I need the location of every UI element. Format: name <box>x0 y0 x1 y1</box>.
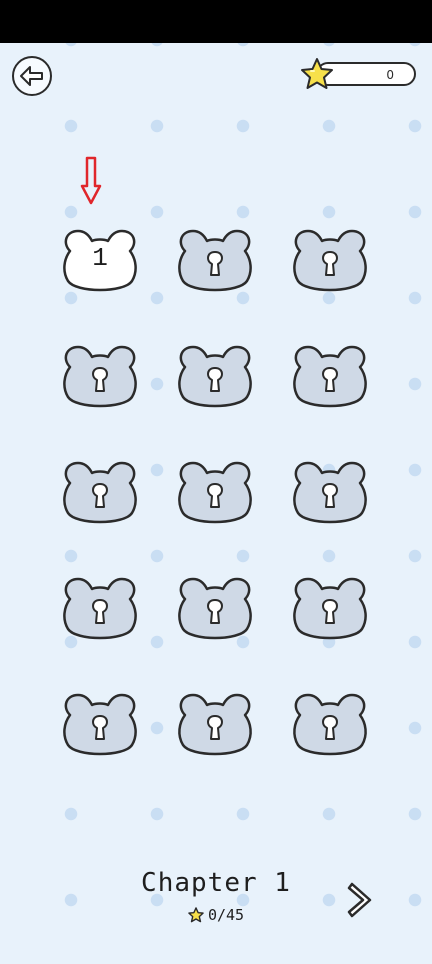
keyhole-icon <box>322 367 338 392</box>
level-tile[interactable] <box>171 329 259 413</box>
level-grid: 1 <box>56 213 376 761</box>
keyhole-icon <box>92 483 108 508</box>
level-tile[interactable] <box>171 213 259 297</box>
keyhole-icon <box>92 715 108 740</box>
level-tile[interactable] <box>286 213 374 297</box>
level-tile[interactable]: 1 <box>56 213 144 297</box>
keyhole-icon <box>322 715 338 740</box>
star-icon <box>188 907 204 923</box>
keyhole-icon <box>322 599 338 624</box>
back-button[interactable] <box>12 56 52 96</box>
keyhole-icon <box>207 367 223 392</box>
level-tile[interactable] <box>286 677 374 761</box>
level-tile[interactable] <box>56 445 144 529</box>
level-tile[interactable] <box>56 677 144 761</box>
keyhole-icon <box>322 251 338 276</box>
keyhole-icon <box>322 483 338 508</box>
chapter-star-count: 0/45 <box>207 906 245 924</box>
star-counter: 0 <box>300 58 418 89</box>
arrow-left-icon <box>20 66 43 86</box>
keyhole-icon <box>92 367 108 392</box>
arrow-down-icon <box>80 156 102 205</box>
star-icon <box>301 58 333 89</box>
level-tile[interactable] <box>171 677 259 761</box>
level-tile[interactable] <box>171 445 259 529</box>
next-chapter-button[interactable] <box>346 880 376 920</box>
level-tile[interactable] <box>171 561 259 645</box>
keyhole-icon <box>92 599 108 624</box>
level-tile[interactable] <box>56 329 144 413</box>
level-number: 1 <box>92 243 108 273</box>
keyhole-icon <box>207 715 223 740</box>
keyhole-icon <box>207 251 223 276</box>
level-tile[interactable] <box>56 561 144 645</box>
level-tile[interactable] <box>286 561 374 645</box>
star-total: 0 <box>386 68 394 82</box>
status-bar <box>0 0 432 43</box>
keyhole-icon <box>207 599 223 624</box>
level-tile[interactable] <box>286 329 374 413</box>
level-tile[interactable] <box>286 445 374 529</box>
keyhole-icon <box>207 483 223 508</box>
